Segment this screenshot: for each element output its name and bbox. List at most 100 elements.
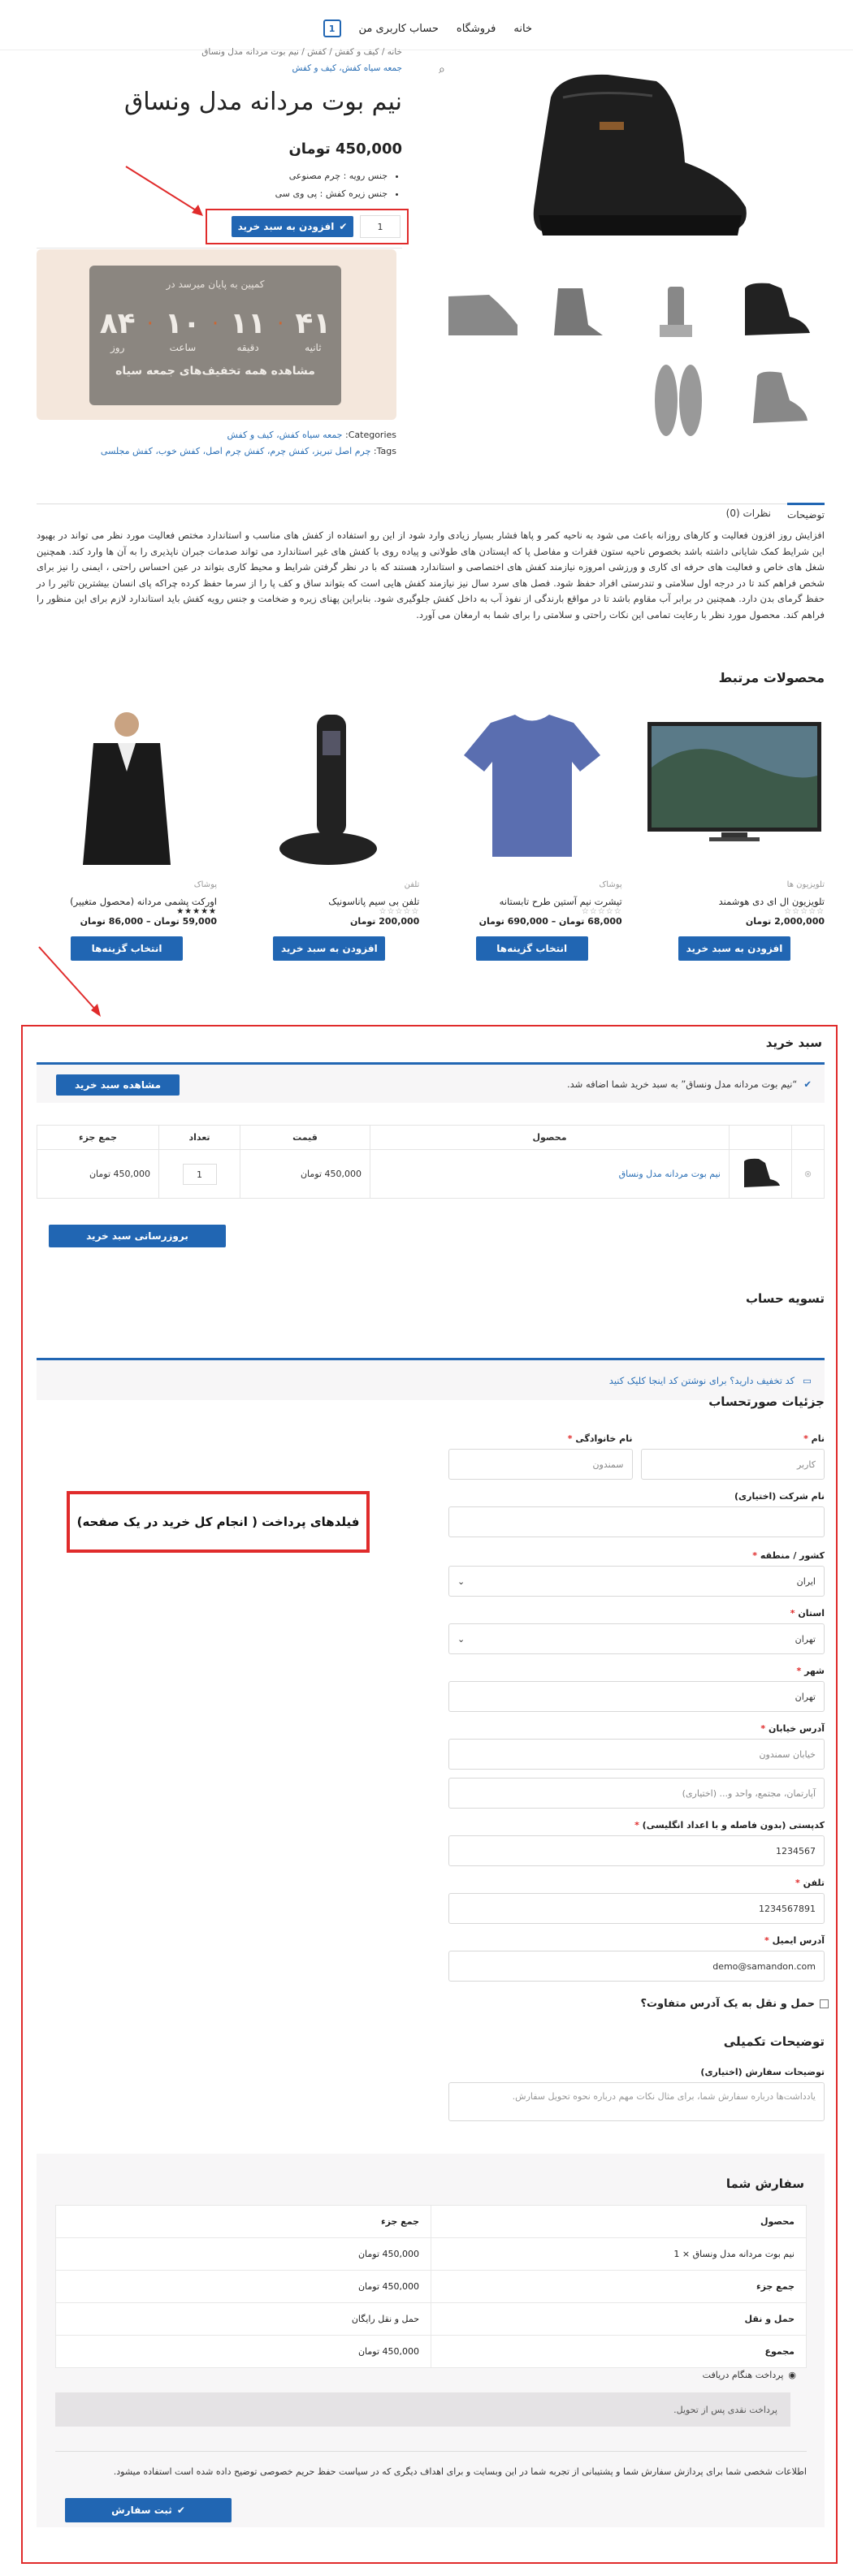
quantity-input[interactable]: 1 [360, 215, 401, 238]
col-subtotal: جمع جزء [37, 1125, 159, 1150]
product-card[interactable]: تلویزیون ها تلویزیون ال ای دی هوشمند ☆☆☆… [644, 707, 825, 961]
add-to-cart-button[interactable]: افزودن به سبد خرید ✔ [232, 216, 353, 237]
update-cart-button[interactable]: بروزرسانی سبد خرید [49, 1225, 226, 1247]
product-name[interactable]: تیشرت نیم آستین طرح تابستانه [442, 896, 622, 907]
product-card[interactable]: تلفن تلفن بی سیم پاناسونیک ☆☆☆☆☆ 200,000… [239, 707, 420, 961]
cart-item-price: 450,000 تومان [240, 1149, 370, 1199]
product-main-image[interactable] [429, 57, 843, 260]
address2-input[interactable]: آپارتمان، مجتمع، واحد و... (اختیاری) [448, 1778, 825, 1809]
annotation-arrow [38, 946, 101, 1017]
coupon-toggle[interactable]: کد تخفیف دارید؟ برای نوشتن کد اینجا کلیک… [609, 1375, 795, 1386]
product-card[interactable]: پوشاک اورکت پشمی مردانه (محصول متغییر) ★… [37, 707, 218, 961]
add-to-cart-button[interactable]: افزودن به سبد خرید [678, 936, 790, 961]
cart-icon[interactable]: 1 [323, 19, 341, 37]
thumbnail[interactable] [435, 272, 526, 353]
add-to-cart-area: 1 افزودن به سبد خرید ✔ [206, 209, 409, 244]
main-nav: خانه فروشگاه حساب کاربری من 1 [323, 19, 532, 37]
check-icon: ✔ [176, 2505, 185, 2516]
address-label: آدرس خیابان [769, 1723, 825, 1734]
country-select[interactable]: ایران ⌄ [448, 1566, 825, 1597]
coupon-icon: ▭ [803, 1374, 812, 1386]
boot-image [533, 74, 747, 236]
payment-description: پرداخت نقدی پس از تحویل. [55, 2392, 790, 2427]
cart-title: سبد خرید [765, 1035, 822, 1050]
order-notes-textarea[interactable]: یادداشت‌ها درباره سفارش شما، برای مثال ن… [448, 2082, 825, 2121]
first-name-input[interactable]: کاربر [640, 1449, 825, 1480]
order-col-product: محصول [431, 2205, 807, 2238]
order-title: سفارش شما [725, 2176, 804, 2191]
product-name[interactable]: تلفن بی سیم پاناسونیک [239, 896, 419, 907]
product-image[interactable] [441, 707, 622, 869]
thumbnail[interactable] [630, 272, 721, 353]
order-item-total: 450,000 تومان [55, 2237, 431, 2271]
nav-account[interactable]: حساب کاربری من [359, 23, 439, 35]
countdown-banner[interactable]: کمپین به پایان میرسد در ۴۱ ثانیه · ۱۱ دقیق… [37, 249, 396, 420]
product-name[interactable]: تلویزیون ال ای دی هوشمند [644, 896, 825, 907]
product-summary: خانه / کیف و کفش / کفش / نیم بوت مردانه … [37, 47, 402, 203]
table-row: حمل و نقل حمل و نقل رایگان [55, 2302, 807, 2336]
ship-different-label[interactable]: حمل و نقل به یک آدرس متفاوت؟ [640, 1998, 815, 2010]
separator: · [146, 312, 154, 336]
product-image[interactable] [239, 707, 420, 869]
tags-links[interactable]: چرم اصل تبریز، کفش چرم، کفش چرم اصل، کفش… [101, 446, 371, 456]
annotation-arrow [125, 166, 203, 216]
check-icon: ✔ [339, 221, 348, 232]
view-cart-button[interactable]: مشاهده سبد خرید [56, 1074, 180, 1096]
category-link[interactable]: جمعه سیاه کفش، کیف و کفش [37, 63, 402, 73]
select-options-button[interactable]: انتخاب گزینه‌ها [475, 936, 588, 961]
address-input[interactable]: خیابان سمندون [448, 1739, 825, 1770]
thumbnail[interactable] [630, 360, 721, 441]
billing-form: نام * کاربر نام خانوادگی * سمندون نام شر… [448, 1433, 829, 2121]
shipping-label: حمل و نقل [431, 2302, 807, 2336]
payment-radio[interactable]: ◉ [788, 2370, 796, 2380]
ship-different-checkbox[interactable] [820, 1999, 829, 2008]
nav-home[interactable]: خانه [513, 23, 532, 35]
product-image[interactable] [37, 707, 218, 869]
company-input[interactable] [448, 1506, 825, 1537]
nav-shop[interactable]: فروشگاه [457, 23, 496, 35]
state-select[interactable]: تهران ⌄ [448, 1623, 825, 1654]
thumbnail[interactable] [533, 272, 624, 353]
thumbnail[interactable] [728, 360, 819, 441]
city-label: شهر [804, 1666, 825, 1676]
company-label: نام شرکت (اختیاری) [734, 1491, 825, 1502]
payment-method[interactable]: ◉ پرداخت هنگام دریافت [703, 2370, 796, 2380]
cart-item-name[interactable]: نیم بوت مردانه مدل ونساق [370, 1149, 730, 1199]
city-input[interactable]: تهران [448, 1681, 825, 1712]
email-input[interactable]: demo@samandon.com [448, 1951, 825, 1982]
cart-qty-input[interactable]: 1 [182, 1163, 217, 1185]
coupon-notice: ▭ کد تخفیف دارید؟ برای نوشتن کد اینجا کل… [37, 1358, 825, 1400]
breadcrumb: خانه / کیف و کفش / کفش / نیم بوت مردانه … [201, 47, 402, 57]
thumbnail[interactable] [728, 272, 819, 353]
place-order-button[interactable]: ثبت سفارش ✔ [65, 2498, 232, 2522]
subtotal-value: 450,000 تومان [55, 2270, 431, 2303]
info-icon: ✔ [803, 1078, 812, 1090]
minutes-label: دقیقه [236, 342, 259, 353]
rating-stars: ★★★★★ [176, 907, 218, 916]
countdown-box: کمپین به پایان میرسد در ۴۱ ثانیه · ۱۱ دقیق… [89, 266, 341, 405]
product-card[interactable]: پوشاک تیشرت نیم آستین طرح تابستانه ☆☆☆☆☆… [441, 707, 622, 961]
first-name-label: نام [811, 1433, 825, 1444]
remove-icon[interactable]: ⊗ [791, 1149, 825, 1199]
postcode-input[interactable]: 1234567 [448, 1835, 825, 1866]
seconds-label: ثانیه [305, 342, 322, 353]
product-image[interactable] [644, 707, 825, 869]
country-label: کشور / منطقه [760, 1550, 825, 1561]
product-price: 68,000 تومان – 690,000 تومان [478, 916, 622, 927]
tab-description[interactable]: توضیحات [786, 503, 825, 521]
phone-input[interactable]: 1234567891 [448, 1893, 825, 1924]
last-name-input[interactable]: سمندون [448, 1449, 633, 1480]
tags-label: Tags: [373, 446, 396, 456]
add-to-cart-button[interactable]: افزودن به سبد خرید [273, 936, 386, 961]
related-title: محصولات مرتبط [718, 670, 825, 685]
site-header: خانه فروشگاه حساب کاربری من 1 [0, 0, 853, 50]
cart-item-thumb[interactable] [729, 1149, 792, 1199]
payment-label: پرداخت هنگام دریافت [702, 2370, 784, 2380]
order-table: محصول جمع جزء نیم بوت مردانه مدل ونساق × … [55, 2205, 807, 2368]
checkout-title: تسویه حساب [745, 1291, 825, 1306]
categories-links[interactable]: جمعه سیاه کفش، کیف و کفش [227, 430, 343, 440]
divider [37, 248, 402, 249]
tab-reviews[interactable]: نظرات (0) [726, 508, 771, 521]
product-name[interactable]: اورکت پشمی مردانه (محصول متغییر) [37, 896, 217, 907]
product-attributes: جنس رویه : چرم مصنوعی جنس زیره کفش : پی … [37, 167, 402, 203]
